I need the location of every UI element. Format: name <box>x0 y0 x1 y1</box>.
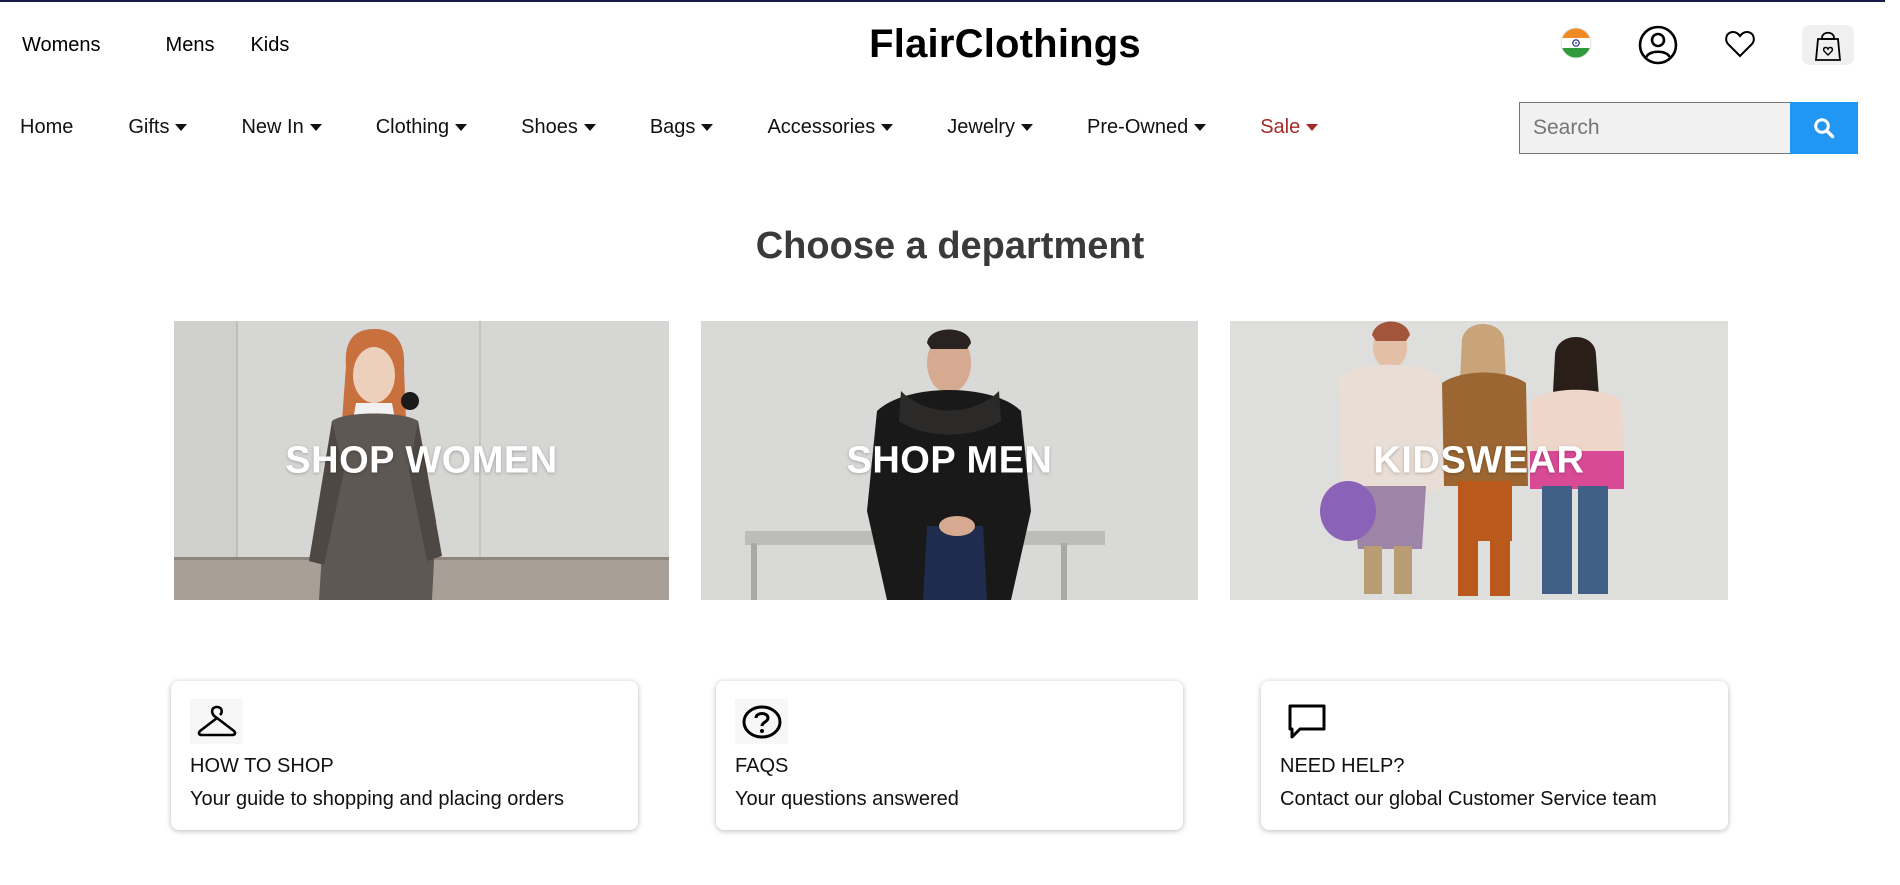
nav-accessories-label: Accessories <box>767 116 876 138</box>
main-nav: Home Gifts New In Clothing Shoes Bags Ac… <box>20 116 1319 139</box>
dept-label-kids: KIDSWEAR <box>1373 439 1585 481</box>
search-input[interactable] <box>1519 102 1790 154</box>
info-card-need-help[interactable]: NEED HELP? Contact our global Customer S… <box>1261 681 1728 830</box>
nav-sale-label: Sale <box>1260 116 1301 138</box>
nav-home-label: Home <box>20 116 74 138</box>
caret-down-icon <box>701 124 714 131</box>
dept-label-men: SHOP MEN <box>846 439 1053 481</box>
dept-card-kids[interactable]: KIDSWEAR <box>1230 321 1728 600</box>
info-title: FAQS <box>735 755 789 777</box>
top-border <box>0 0 1900 2</box>
caret-down-icon <box>1021 124 1034 131</box>
info-desc: Your questions answered <box>735 788 959 810</box>
nav-jewelry[interactable]: Jewelry <box>947 116 1034 139</box>
india-flag-icon[interactable] <box>1560 27 1592 59</box>
nav-shoes[interactable]: Shoes <box>521 116 596 139</box>
caret-down-icon <box>1194 124 1207 131</box>
chat-bubble-icon <box>1280 699 1333 744</box>
caret-down-icon <box>175 124 188 131</box>
caret-down-icon <box>583 124 596 131</box>
nav-sale[interactable]: Sale <box>1260 116 1319 139</box>
wishlist-heart-icon[interactable] <box>1724 29 1756 59</box>
dept-card-men[interactable]: SHOP MEN <box>701 321 1198 600</box>
header-icons <box>1560 25 1860 65</box>
nav-home[interactable]: Home <box>20 116 73 139</box>
search-button[interactable] <box>1790 102 1858 154</box>
nav-bags-label: Bags <box>649 116 696 138</box>
caret-down-icon <box>1306 124 1319 131</box>
dept-card-women[interactable]: SHOP WOMEN <box>174 321 669 600</box>
page-heading: Choose a department <box>755 225 1145 267</box>
caret-down-icon <box>881 124 894 131</box>
hanger-icon <box>190 699 243 744</box>
nav-gifts[interactable]: Gifts <box>128 116 188 139</box>
nav-clothing[interactable]: Clothing <box>375 116 468 139</box>
info-card-how-to-shop[interactable]: HOW TO SHOP Your guide to shopping and p… <box>171 681 638 830</box>
search-bar <box>1519 102 1858 154</box>
info-desc: Your guide to shopping and placing order… <box>190 788 564 810</box>
info-card-faqs[interactable]: FAQS Your questions answered <box>716 681 1183 830</box>
nav-clothing-label: Clothing <box>375 116 450 138</box>
question-icon <box>735 699 788 744</box>
info-title: HOW TO SHOP <box>190 755 334 777</box>
caret-down-icon <box>309 124 322 131</box>
info-title: NEED HELP? <box>1280 755 1405 777</box>
nav-jewelry-label: Jewelry <box>947 116 1016 138</box>
search-icon <box>1814 118 1835 139</box>
scrollbar[interactable] <box>1885 0 1900 885</box>
nav-pre-owned-label: Pre-Owned <box>1087 116 1189 138</box>
nav-gifts-label: Gifts <box>128 116 170 138</box>
nav-accessories[interactable]: Accessories <box>767 116 894 139</box>
info-desc: Contact our global Customer Service team <box>1280 788 1657 810</box>
nav-new-in-label: New In <box>241 116 304 138</box>
account-icon[interactable] <box>1638 25 1678 65</box>
nav-pre-owned[interactable]: Pre-Owned <box>1087 116 1207 139</box>
nav-new-in[interactable]: New In <box>241 116 322 139</box>
caret-down-icon <box>455 124 468 131</box>
nav-bags[interactable]: Bags <box>650 116 714 139</box>
nav-shoes-label: Shoes <box>521 116 578 138</box>
dept-label-women: SHOP WOMEN <box>285 439 558 481</box>
shopping-bag-icon[interactable] <box>1802 25 1854 65</box>
